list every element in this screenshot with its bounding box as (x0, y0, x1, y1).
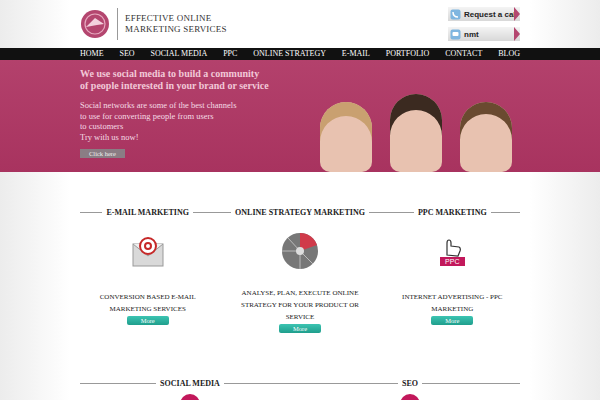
logo[interactable]: EFFECTIVE ONLINEMARKETING SERVICES (80, 8, 227, 40)
nav-item[interactable]: HOME (80, 48, 104, 60)
service-card: SEO (300, 379, 520, 400)
service-title: SEO (300, 379, 520, 388)
service-title: E-MAIL MARKETING (80, 208, 215, 217)
header: EFFECTIVE ONLINEMARKETING SERVICES Reques… (80, 0, 520, 48)
service-title: ONLINE STRATEGY MARKETING (215, 208, 384, 217)
hero-text: We use social media to build a community… (80, 60, 320, 172)
nav-item[interactable]: SEO (119, 48, 134, 60)
header-buttons: Request a call nmt (448, 7, 520, 41)
pie-chart-icon (280, 231, 320, 271)
people-photo (320, 60, 520, 172)
service-description: ANALYSE, PLAN, EXECUTE ONLINE STRATEGY F… (240, 287, 360, 323)
service-card: PPC MARKETING PPC INTERNET ADVERTISING - P… (385, 208, 520, 333)
service-title: PPC MARKETING (385, 208, 520, 217)
service-icon (180, 394, 200, 400)
nav-bar: HOME SEO SOCIAL MEDIA PPC ONLINE STRATEGY E-M… (0, 48, 600, 60)
arrow-icon (514, 7, 520, 21)
more-button[interactable]: More (279, 324, 321, 333)
header-button[interactable]: Request a call (448, 7, 520, 21)
hero-headline: We use social media to build a community… (80, 68, 320, 92)
nav-item[interactable]: SOCIAL MEDIA (150, 48, 207, 60)
more-services: SOCIAL MEDIASEO (80, 379, 520, 400)
service-icon (400, 394, 420, 400)
service-description: INTERNET ADVERTISING - PPC MARKETING (392, 287, 512, 315)
nav-item[interactable]: PPC (223, 48, 237, 60)
logo-text: EFFECTIVE ONLINEMARKETING SERVICES (125, 13, 227, 35)
header-button[interactable]: nmt (448, 27, 520, 41)
service-card: SOCIAL MEDIA (80, 379, 300, 400)
service-title: SOCIAL MEDIA (80, 379, 300, 388)
nav-item[interactable]: ONLINE STRATEGY (253, 48, 326, 60)
arrow-icon (514, 27, 520, 41)
logo-separator (117, 8, 118, 40)
click-here-button[interactable]: Click here (80, 149, 125, 158)
services: E-MAIL MARKETING CONVERSION BASED E-MAIL … (80, 208, 520, 333)
globe-logo-icon (80, 9, 110, 39)
service-card: ONLINE STRATEGY MARKETING ANALYSE, PLAN, … (215, 208, 384, 333)
hand-cursor-icon (441, 237, 463, 257)
nav-item[interactable]: BLOG (498, 48, 520, 60)
more-button[interactable]: More (431, 316, 473, 325)
nav-item[interactable]: E-MAIL (342, 48, 370, 60)
hero-banner: We use social media to build a community… (0, 60, 600, 172)
nav-item[interactable]: CONTACT (445, 48, 482, 60)
hero-description: Social networks are some of the best cha… (80, 100, 320, 142)
service-card: E-MAIL MARKETING CONVERSION BASED E-MAIL … (80, 208, 215, 333)
chat-icon (450, 29, 461, 40)
page: EFFECTIVE ONLINEMARKETING SERVICES Reques… (0, 0, 600, 400)
email-icon (131, 234, 165, 268)
nav-item[interactable]: PORTFOLIO (386, 48, 430, 60)
service-description: CONVERSION BASED E-MAIL MARKETING SERVIC… (88, 287, 208, 315)
phone-icon (450, 9, 461, 20)
ppc-icon: PPC (440, 237, 464, 266)
more-button[interactable]: More (127, 316, 169, 325)
